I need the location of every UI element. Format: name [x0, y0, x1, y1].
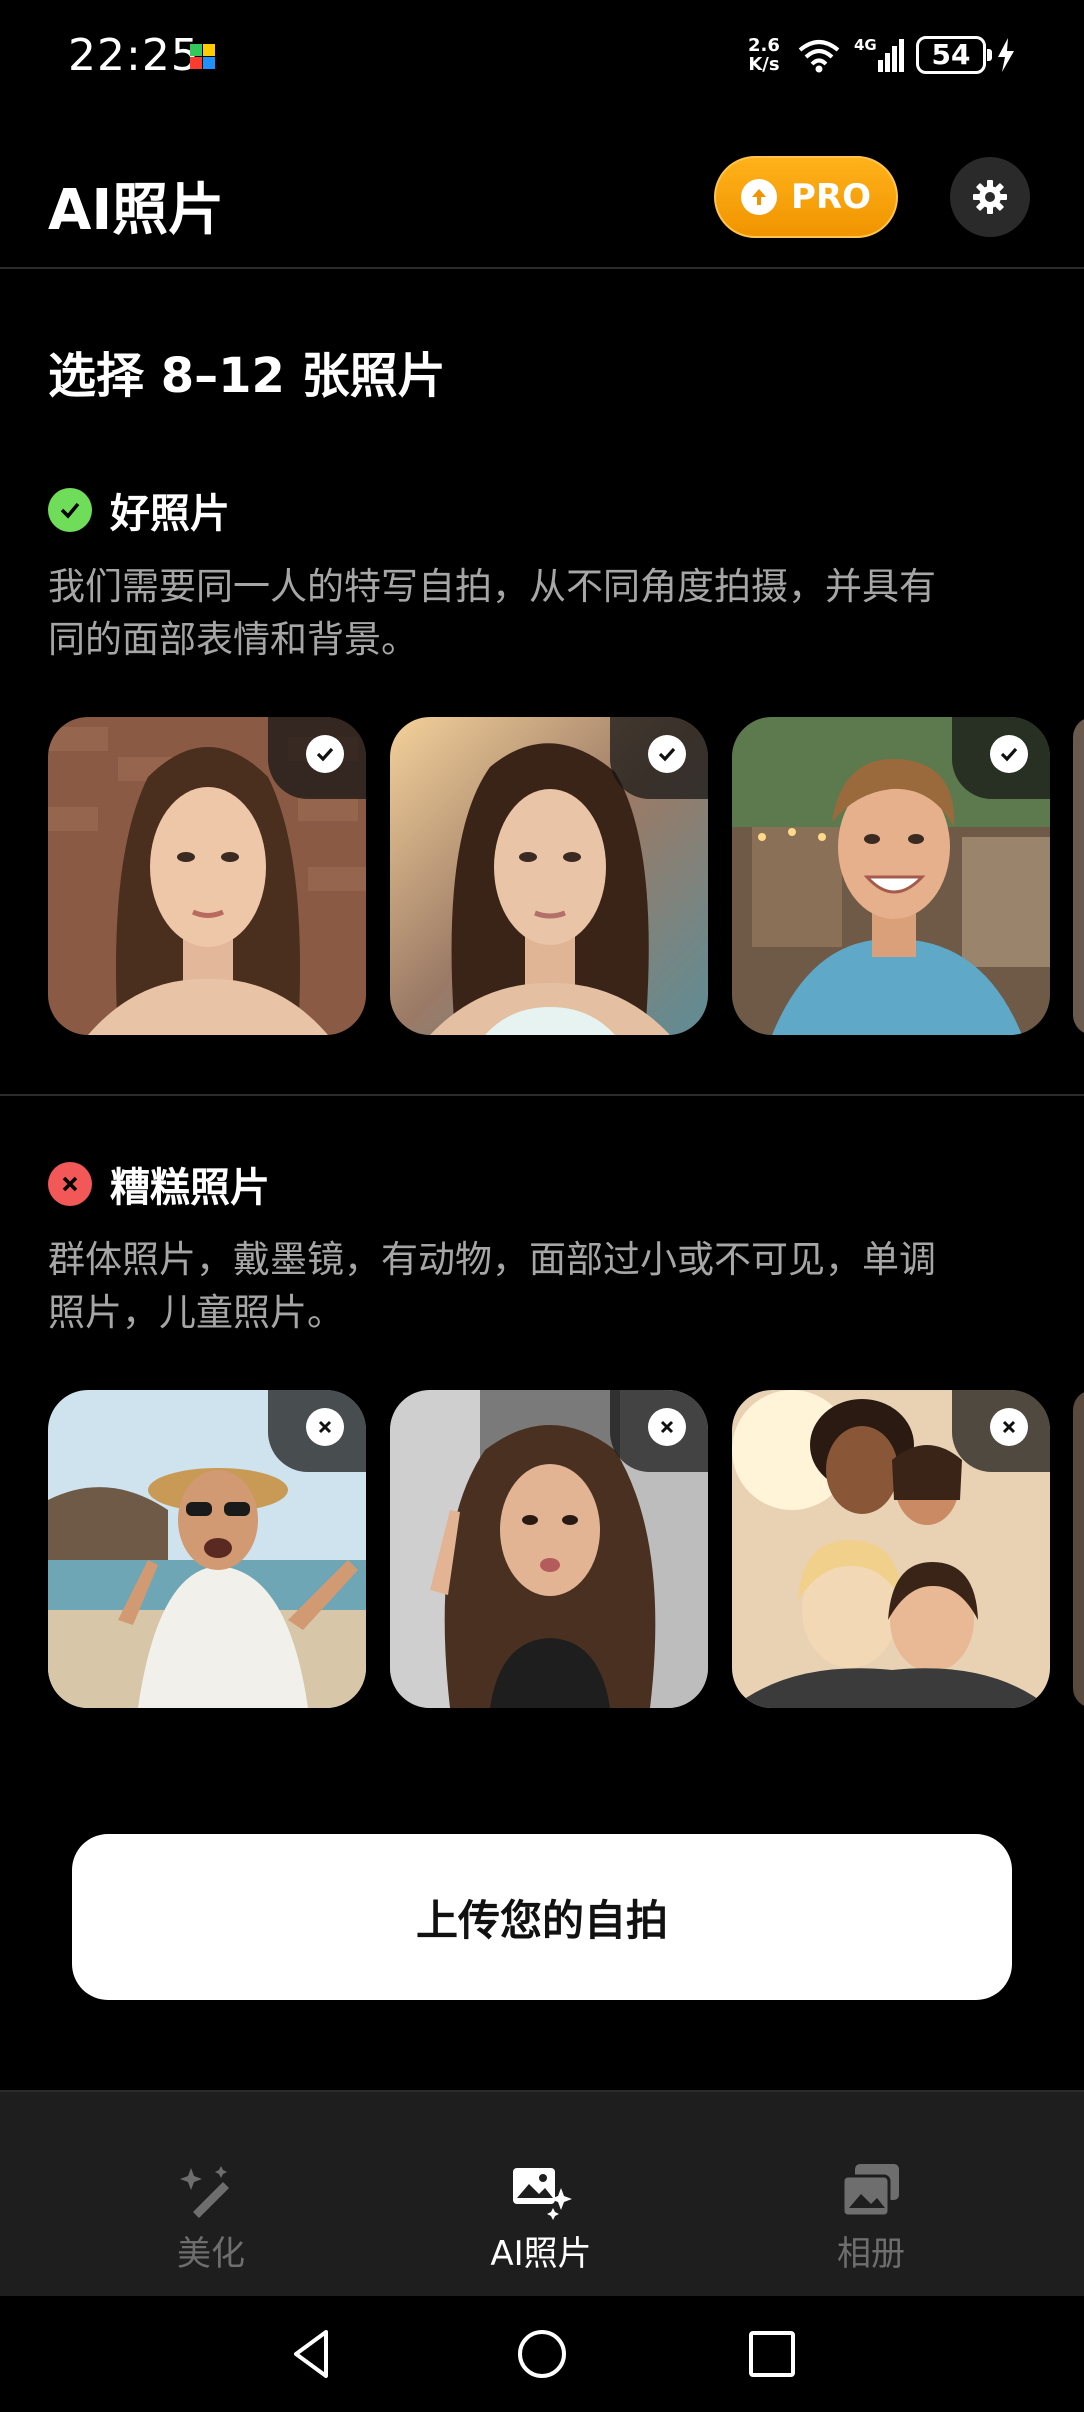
album-icon [841, 2164, 899, 2218]
good-photo-thumb [48, 717, 366, 1035]
nav-item-ai-photo[interactable]: AI照片 [441, 2162, 641, 2275]
check-icon [648, 735, 686, 773]
status-bar: 22:25 2.6 K/s 4G 54 [0, 0, 1084, 115]
pro-label: PRO [790, 177, 871, 217]
good-photos-description: 我们需要同一人的特写自拍，从不同角度拍摄，并具有 同的面部表情和背景。 [48, 565, 936, 661]
upgrade-arrow-icon [740, 179, 777, 215]
network-speed: 2.6 K/s [748, 35, 780, 75]
x-circle-icon [48, 1162, 92, 1206]
status-time: 22:25 [68, 30, 200, 81]
bad-photo-thumb [390, 1390, 708, 1708]
good-photo-thumb [732, 717, 1050, 1035]
bad-photos-description: 群体照片，戴墨镜，有动物，面部过小或不可见，单调 照片，儿童照片。 [48, 1238, 936, 1334]
x-icon [306, 1408, 344, 1446]
signal-icon [878, 39, 904, 72]
bad-photo-thumb [732, 1390, 1050, 1708]
next-photo-peek [1073, 1390, 1084, 1708]
nav-item-beautify[interactable]: 美化 [111, 2162, 311, 2275]
system-navigation-bar [0, 2296, 1084, 2412]
bad-photo-thumb [48, 1390, 366, 1708]
bad-photos-label: 糟糕照片 [110, 1165, 270, 1211]
section-title: 选择 8–12 张照片 [48, 348, 446, 404]
upload-selfie-button[interactable]: 上传您的自拍 [72, 1834, 1012, 2000]
gear-icon [973, 180, 1007, 214]
bottom-nav: 美化 AI照片 相册 [0, 2090, 1084, 2296]
wifi-icon [798, 40, 840, 73]
charging-icon [998, 38, 1014, 72]
bad-photos-row [48, 1390, 1084, 1708]
app-notification-icon [190, 44, 215, 69]
good-photos-header: 好照片 [48, 481, 230, 539]
section-divider [0, 1094, 1084, 1096]
ai-photo-sparkle-icon [513, 2168, 572, 2220]
x-icon [990, 1408, 1028, 1446]
battery-icon: 54 [916, 36, 992, 74]
page-title: AI照片 [48, 178, 225, 243]
settings-button[interactable] [950, 157, 1030, 237]
bad-photos-header: 糟糕照片 [48, 1155, 270, 1213]
home-icon[interactable] [512, 2324, 572, 2384]
back-icon[interactable] [282, 2324, 342, 2384]
next-photo-peek [1073, 717, 1084, 1035]
good-photos-label: 好照片 [110, 491, 230, 537]
good-photo-thumb [390, 717, 708, 1035]
header-divider [0, 267, 1084, 269]
recents-icon[interactable] [742, 2324, 802, 2384]
nav-item-album[interactable]: 相册 [771, 2162, 971, 2275]
magic-wand-icon [180, 2166, 229, 2218]
check-icon [306, 735, 344, 773]
good-photos-row [48, 717, 1084, 1035]
x-icon [648, 1408, 686, 1446]
check-icon [990, 735, 1028, 773]
pro-upgrade-button[interactable]: PRO [714, 156, 898, 238]
check-circle-icon [48, 488, 92, 532]
